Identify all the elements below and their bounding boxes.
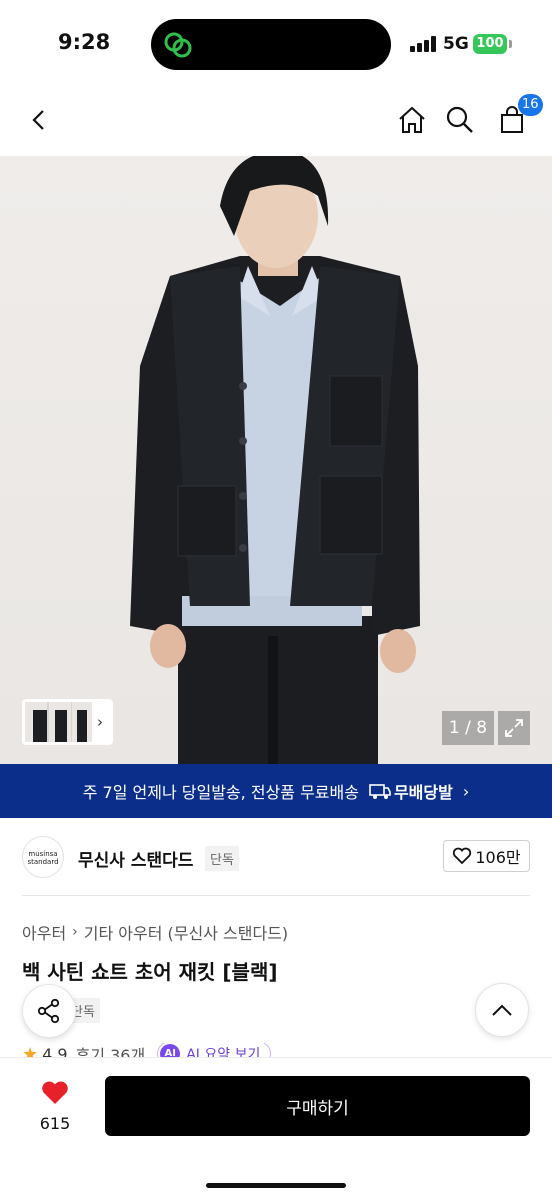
brand-name[interactable]: 무신사 스탠다드 [78, 846, 193, 871]
delivery-banner[interactable]: 주 7일 언제나 당일발송, 전상품 무료배송 무배당발 › [0, 764, 552, 818]
chevron-up-icon [492, 1004, 512, 1016]
chevron-right-icon: › [72, 924, 78, 940]
battery-tip [509, 40, 512, 48]
buy-button[interactable]: 구매하기 [105, 1076, 530, 1136]
divider [22, 895, 530, 896]
thumbnail-strip[interactable]: › [22, 699, 113, 745]
product-image-gallery[interactable]: › 1 / 8 [0, 156, 552, 764]
brand-row: musinsa standard 무신사 스탠다드 단독 106만 [22, 836, 530, 878]
breadcrumb: 아우터 › 기타 아우터 (무신사 스탠다드) [22, 920, 288, 944]
free-delivery-label: 무배당발 [393, 783, 453, 802]
exclusive-badge: 단독 [205, 846, 239, 871]
network-type: 5G [443, 34, 469, 54]
wishlist-button[interactable]: 615 [32, 1080, 78, 1133]
expand-icon [505, 719, 523, 737]
heart-outline-icon [453, 847, 472, 865]
share-icon [37, 998, 60, 1024]
chevron-right-icon[interactable]: › [97, 713, 103, 731]
home-icon [399, 106, 425, 133]
breadcrumb-item[interactable]: 아우터 [22, 920, 66, 944]
battery-indicator: 100 [473, 34, 507, 54]
product-title: 백 사틴 쇼트 초어 재킷 [블랙] [22, 960, 278, 984]
brand-like-count: 106만 [475, 848, 521, 867]
signal-icon [410, 36, 436, 52]
brand-logo[interactable]: musinsa standard [22, 836, 64, 878]
brand-like-button[interactable]: 106만 [443, 840, 530, 872]
status-bar: 9:28 5G 100 [0, 0, 552, 90]
wishlist-count: 615 [39, 1114, 71, 1133]
back-button[interactable] [20, 100, 60, 140]
home-indicator [206, 1183, 346, 1188]
brand-logo-line1: musinsa [28, 850, 58, 858]
search-icon [446, 106, 473, 133]
scroll-to-top-button[interactable] [475, 983, 529, 1037]
cart-button[interactable]: 16 [492, 94, 543, 140]
thumbnail-photo [25, 702, 92, 742]
search-button[interactable] [440, 100, 480, 140]
share-button[interactable] [22, 984, 76, 1038]
expand-button[interactable] [498, 711, 530, 745]
chevron-right-icon: › [462, 781, 470, 801]
back-icon [32, 110, 44, 130]
truck-icon [369, 784, 391, 799]
heart-filled-icon [42, 1081, 68, 1104]
breadcrumb-item[interactable]: 기타 아우터 (무신사 스탠다드) [84, 920, 288, 944]
banner-text: 주 7일 언제나 당일발송, 전상품 무료배송 [82, 783, 359, 802]
dynamic-island [151, 19, 391, 70]
brand-logo-line2: standard [27, 858, 59, 866]
product-photo [130, 156, 420, 764]
activity-indicator-icon [164, 32, 192, 58]
bottom-action-bar: 615 구매하기 [0, 1058, 552, 1200]
image-counter: 1 / 8 [442, 711, 494, 745]
top-nav: 16 [0, 90, 552, 156]
free-delivery-logo: 무배당발 [369, 779, 453, 803]
thumbnail-image[interactable] [25, 702, 92, 742]
status-time: 9:28 [58, 30, 111, 54]
cart-count-badge: 16 [518, 94, 543, 116]
home-button[interactable] [392, 100, 432, 140]
